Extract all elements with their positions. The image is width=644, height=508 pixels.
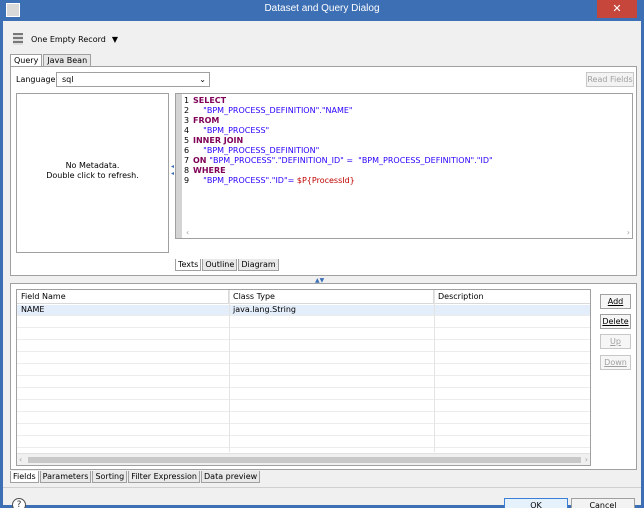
table-row-empty	[17, 413, 590, 424]
table-horizontal-scrollbar[interactable]: ‹ ›	[17, 453, 590, 465]
chevron-down-icon: ⌄	[199, 75, 206, 84]
editor-horizontal-scrollbar[interactable]: ‹ ›	[186, 226, 630, 238]
record-toolbar: One Empty Record ▼	[13, 31, 118, 47]
field-name-cell: NAME	[21, 305, 45, 314]
table-row-empty	[17, 437, 590, 448]
fields-table: Field Name Class Type Description NAME j…	[16, 289, 591, 466]
language-label: Language	[16, 75, 56, 84]
sql-lines: 1 SELECT 2 "BPM_PROCESS_DEFINITION"."NAME"…	[184, 96, 493, 186]
tab-data-preview[interactable]: Data preview	[201, 471, 261, 483]
scroll-right-icon[interactable]: ›	[585, 455, 588, 464]
column-divider	[434, 290, 435, 452]
line-number: 8	[184, 166, 190, 175]
one-empty-record-button[interactable]: One Empty Record	[31, 35, 106, 44]
class-type-cell: java.lang.String	[233, 305, 296, 314]
dialog-body: One Empty Record ▼ Query Java Bean Langu…	[0, 21, 644, 508]
footer-divider	[3, 487, 641, 488]
metadata-panel[interactable]: No Metadata. Double click to refresh.	[16, 93, 169, 253]
sql-token: "BPM_PROCESS"."ID"=	[193, 176, 297, 185]
tab-diagram[interactable]: Diagram	[238, 259, 279, 271]
scroll-right-icon[interactable]: ›	[627, 228, 630, 237]
cancel-button[interactable]: Cancel	[571, 498, 635, 508]
sql-line: 4 "BPM_PROCESS"	[184, 126, 493, 136]
table-row-empty	[17, 425, 590, 436]
column-header-description[interactable]: Description	[434, 290, 590, 304]
chevron-down-icon[interactable]: ▼	[112, 35, 118, 44]
ok-button[interactable]: OK	[504, 498, 568, 508]
sql-line: 8 WHERE	[184, 166, 493, 176]
line-number: 5	[184, 136, 190, 145]
line-number: 4	[184, 126, 190, 135]
line-number: 9	[184, 176, 190, 185]
collapse-arrows-icon[interactable]: ◂ ◂	[171, 163, 174, 177]
table-row-empty	[17, 365, 590, 376]
tab-outline[interactable]: Outline	[202, 259, 238, 271]
sql-line: 5 INNER JOIN	[184, 136, 493, 146]
tab-texts[interactable]: Texts	[175, 259, 202, 271]
sql-line: 6 "BPM_PROCESS_DEFINITION"	[184, 146, 493, 156]
editor-gutter	[176, 94, 182, 238]
metadata-message: No Metadata. Double click to refresh.	[17, 161, 168, 181]
language-select[interactable]: sql ⌄	[56, 72, 210, 87]
sql-token: "BPM_PROCESS"	[193, 126, 270, 135]
line-number: 7	[184, 156, 190, 165]
table-row-empty	[17, 389, 590, 400]
sql-token: "BPM_PROCESS_DEFINITION"."NAME"	[193, 106, 353, 115]
sql-line: 3 FROM	[184, 116, 493, 126]
table-row-empty	[17, 317, 590, 328]
add-button[interactable]: Add	[600, 294, 631, 309]
table-row[interactable]: NAME java.lang.String	[17, 305, 590, 316]
line-number: 1	[184, 96, 190, 105]
scroll-left-icon[interactable]: ‹	[19, 455, 22, 464]
language-value: sql	[62, 75, 74, 84]
help-icon[interactable]: ?	[12, 498, 26, 508]
sql-token: SELECT	[193, 96, 227, 105]
sql-line: 2 "BPM_PROCESS_DEFINITION"."NAME"	[184, 106, 493, 116]
sql-line: 7 ON "BPM_PROCESS"."DEFINITION_ID" = "BPM…	[184, 156, 493, 166]
tab-filter-expression[interactable]: Filter Expression	[128, 471, 200, 483]
column-header-field-name[interactable]: Field Name	[17, 290, 229, 304]
sql-token: WHERE	[193, 166, 226, 175]
table-row-empty	[17, 377, 590, 388]
sql-line: 1 SELECT	[184, 96, 493, 106]
metadata-line-1: No Metadata.	[65, 161, 120, 170]
title-bar: Dataset and Query Dialog ✕	[0, 0, 644, 21]
fields-panel: Field Name Class Type Description NAME j…	[10, 283, 637, 470]
table-row-empty	[17, 401, 590, 412]
scroll-left-icon[interactable]: ‹	[186, 228, 189, 237]
column-header-class-type[interactable]: Class Type	[229, 290, 434, 304]
tab-parameters[interactable]: Parameters	[39, 471, 92, 483]
read-fields-button[interactable]: Read Fields	[586, 72, 634, 87]
line-number: 2	[184, 106, 190, 115]
sql-token: "BPM_PROCESS"."DEFINITION_ID" = "BPM_PRO…	[209, 156, 493, 165]
sql-token: ON	[193, 156, 210, 165]
sql-token: FROM	[193, 116, 220, 125]
tab-sorting[interactable]: Sorting	[92, 471, 128, 483]
query-panel: Language sql ⌄ Read Fields No Metadata. …	[10, 66, 637, 276]
fields-tabs: Fields Parameters Sorting Filter Express…	[10, 471, 261, 483]
table-row-empty	[17, 341, 590, 352]
metadata-line-2: Double click to refresh.	[46, 171, 139, 180]
dataset-icon	[13, 33, 23, 45]
sql-token: INNER JOIN	[193, 136, 244, 145]
scrollbar-thumb[interactable]	[28, 457, 581, 463]
delete-button[interactable]: Delete	[600, 314, 631, 329]
up-button[interactable]: Up	[600, 334, 631, 349]
tab-fields[interactable]: Fields	[10, 471, 39, 483]
sql-line: 9 "BPM_PROCESS"."ID"= $P{ProcessId}	[184, 176, 493, 186]
table-row-empty	[17, 353, 590, 364]
close-button[interactable]: ✕	[597, 0, 637, 18]
description-cell	[434, 305, 590, 316]
sql-token: $P{ProcessId}	[296, 176, 355, 185]
line-number: 6	[184, 146, 190, 155]
line-number: 3	[184, 116, 190, 125]
sql-editor[interactable]: 1 SELECT 2 "BPM_PROCESS_DEFINITION"."NAME"…	[175, 93, 633, 239]
editor-tabs: Texts Outline Diagram	[175, 259, 280, 271]
column-divider	[229, 290, 230, 452]
window-title: Dataset and Query Dialog	[264, 3, 380, 14]
sql-token: "BPM_PROCESS_DEFINITION"	[193, 146, 320, 155]
table-row-empty	[17, 329, 590, 340]
down-button[interactable]: Down	[600, 355, 631, 370]
